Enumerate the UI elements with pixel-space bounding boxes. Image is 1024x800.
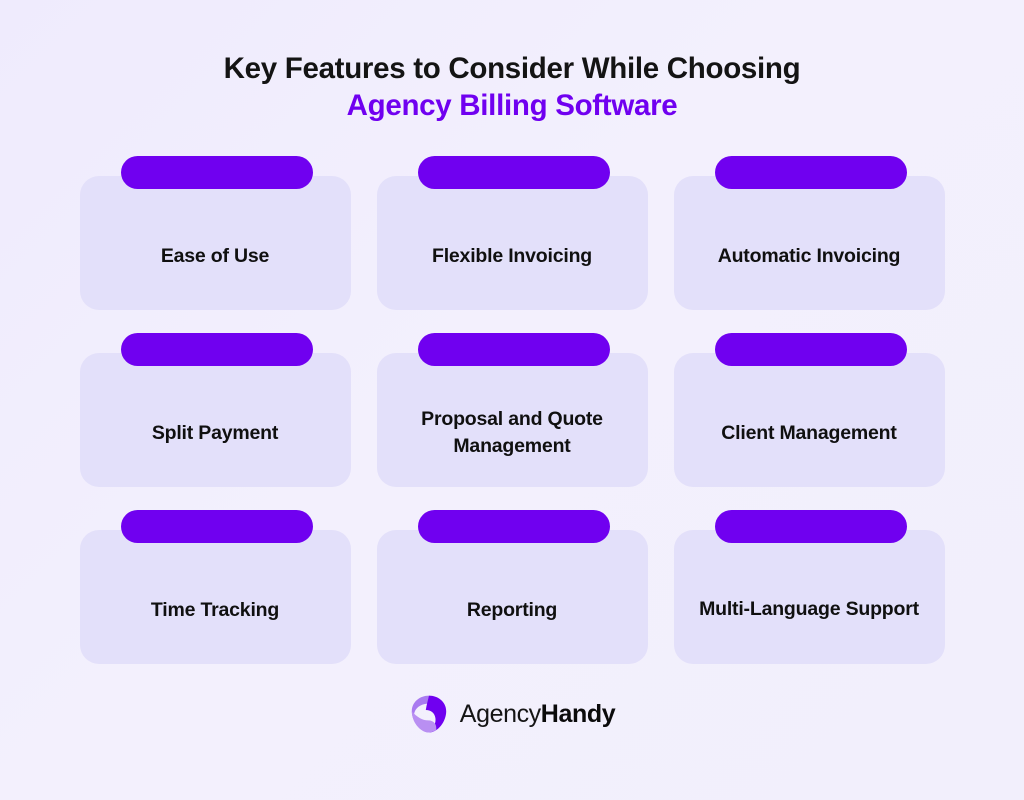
feature-card-multi-language-support: Multi-Language Support — [673, 510, 945, 665]
card-body: Automatic Invoicing — [673, 176, 945, 311]
page-title-line-2: Agency Billing Software — [346, 89, 678, 123]
card-tab-pill — [714, 156, 907, 190]
feature-card-split-payment: Split Payment — [79, 333, 351, 488]
card-tab-pill — [714, 333, 907, 367]
card-tab-pill — [120, 510, 313, 544]
agencyhandy-logo-icon — [411, 695, 446, 733]
card-body: Flexible Invoicing — [376, 176, 648, 311]
brand-logo-text: AgencyHandy — [459, 699, 616, 728]
card-label: Proposal and Quote Management — [421, 407, 603, 458]
feature-card-reporting: Reporting — [376, 510, 648, 665]
card-tab-pill — [417, 510, 610, 544]
card-tab-pill — [714, 510, 907, 544]
card-body: Time Tracking — [79, 530, 351, 665]
feature-card-ease-of-use: Ease of Use — [79, 156, 351, 311]
card-label: Client Management — [721, 422, 897, 445]
card-body: Reporting — [376, 530, 648, 665]
card-tab-pill — [120, 156, 313, 190]
card-tab-pill — [120, 333, 313, 367]
card-body: Client Management — [673, 353, 945, 488]
card-label: Multi-Language Support — [699, 598, 919, 621]
card-label: Time Tracking — [150, 599, 280, 622]
page-title-line-1: Key Features to Consider While Choosing — [223, 52, 801, 85]
card-tab-pill — [417, 333, 610, 367]
card-label: Automatic Invoicing — [717, 245, 901, 268]
card-label: Split Payment — [151, 422, 279, 445]
feature-card-time-tracking: Time Tracking — [79, 510, 351, 665]
feature-card-proposal-and-quote-management: Proposal and Quote Management — [376, 333, 648, 488]
feature-card-grid: Ease of Use Flexible Invoicing Automatic… — [79, 156, 945, 665]
card-tab-pill — [417, 156, 610, 190]
card-label: Flexible Invoicing — [431, 245, 593, 268]
brand-logo: AgencyHandy — [409, 694, 616, 734]
card-body: Ease of Use — [79, 176, 351, 311]
feature-card-flexible-invoicing: Flexible Invoicing — [376, 156, 648, 311]
infographic-poster: Key Features to Consider While Choosing … — [0, 0, 1024, 800]
feature-card-client-management: Client Management — [673, 333, 945, 488]
card-label: Reporting — [466, 599, 558, 622]
brand-logo-word-agency: Agency — [459, 699, 541, 728]
card-body: Multi-Language Support — [673, 530, 945, 665]
card-body: Split Payment — [79, 353, 351, 488]
card-body: Proposal and Quote Management — [376, 353, 648, 488]
card-label: Ease of Use — [160, 245, 270, 268]
feature-card-automatic-invoicing: Automatic Invoicing — [673, 156, 945, 311]
brand-logo-word-handy: Handy — [540, 699, 616, 728]
page-title: Key Features to Consider While Choosing … — [0, 50, 1024, 124]
